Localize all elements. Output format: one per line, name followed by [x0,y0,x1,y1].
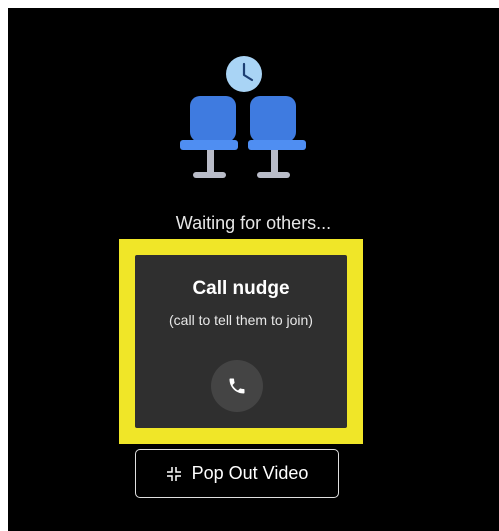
call-nudge-card: Call nudge (call to tell them to join) [135,255,347,428]
call-nudge-button[interactable] [211,360,263,412]
pop-out-video-label: Pop Out Video [191,463,309,483]
phone-icon [229,378,245,394]
nudge-title: Call nudge [192,278,290,299]
waiting-status-text: Waiting for others... [175,213,332,233]
waiting-room-chairs-icon [180,56,306,178]
nudge-subtitle: (call to tell them to join) [169,312,313,328]
pop-out-video-button[interactable]: Pop Out Video [135,449,339,498]
collapse-arrows-icon [166,466,182,482]
call-waiting-screen: Waiting for others... Call nudge (call t… [8,8,499,531]
